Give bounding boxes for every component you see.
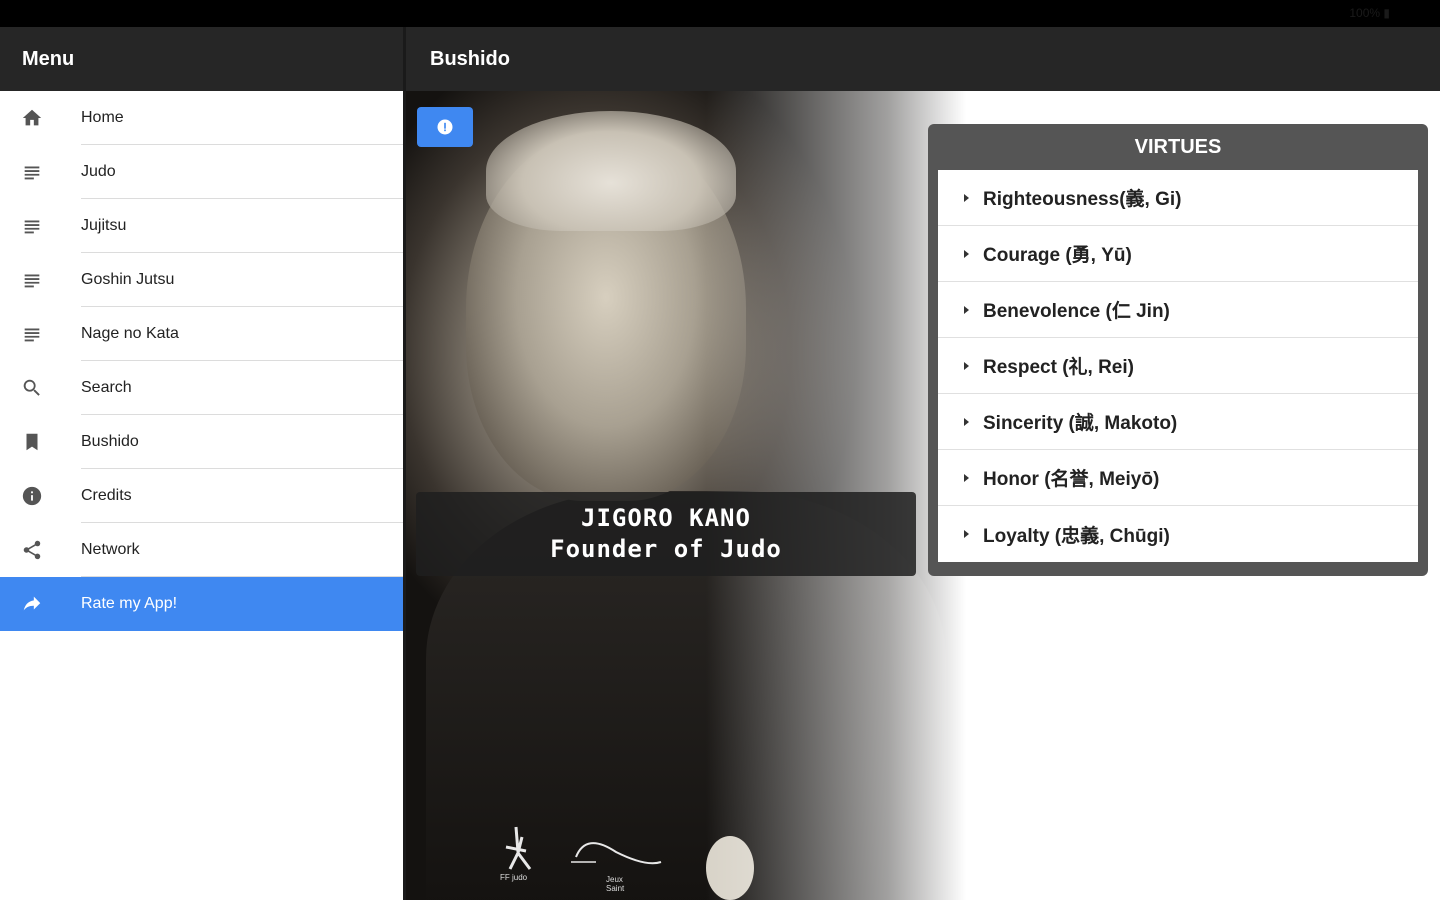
portrait-hair: [486, 111, 736, 231]
sidebar-item-label: Judo: [81, 145, 403, 199]
status-text: 100% ▮: [1349, 6, 1390, 20]
caret-right-icon: [964, 530, 969, 538]
caret-right-icon: [964, 193, 969, 202]
sidebar-item-home[interactable]: Home: [0, 91, 403, 145]
virtue-item[interactable]: Respect (礼, Rei): [938, 338, 1418, 394]
sidebar-item-label: Network: [81, 523, 403, 577]
caret-right-icon: [964, 361, 969, 370]
sidebar-item-label: Bushido: [81, 415, 403, 469]
virtue-label: Sincerity (誠, Makoto): [983, 413, 1178, 434]
sidebar-item-jujitsu[interactable]: Jujitsu: [0, 199, 403, 253]
bookmark-icon: [0, 431, 64, 453]
caption-subtitle: Founder of Judo: [550, 535, 782, 563]
virtue-item[interactable]: Courage (勇, Yū): [938, 226, 1418, 282]
sidebar-item-nage-no-kata[interactable]: Nage no Kata: [0, 307, 403, 361]
virtues-panel: VIRTUES Righteousness(義, Gi) Courage (勇,…: [928, 124, 1428, 576]
caret-right-icon: [964, 305, 969, 314]
sidebar-item-label: Jujitsu: [81, 199, 403, 253]
sidebar-item-network[interactable]: Network: [0, 523, 403, 577]
list-icon: [0, 215, 64, 237]
sidebar-item-judo[interactable]: Judo: [0, 145, 403, 199]
virtues-title: VIRTUES: [1134, 136, 1222, 158]
sidebar-item-label: Search: [81, 361, 403, 415]
virtue-item[interactable]: Loyalty (忠義, Chūgi): [938, 506, 1418, 562]
virtue-label: Honor (名誉, Meiyō): [983, 469, 1160, 490]
secondary-logo-text: Jeux Saint: [606, 875, 625, 893]
sidebar-item-label: Goshin Jutsu: [81, 253, 403, 307]
virtue-label: Righteousness(義, Gi): [983, 189, 1182, 210]
logos: FF judo Jeux Saint: [496, 817, 662, 893]
caption-name: JIGORO KANO: [581, 504, 751, 532]
caret-right-icon: [964, 249, 969, 258]
info-icon: [437, 119, 453, 135]
virtue-label: Courage (勇, Yū): [983, 245, 1132, 266]
menu-list: Home Judo Jujitsu Goshin Jutsu Nage no K…: [0, 91, 403, 631]
virtue-label: Benevolence (仁 Jin): [983, 301, 1170, 322]
sidebar-item-label: Credits: [81, 469, 403, 523]
sidebar-title: Menu: [0, 27, 403, 91]
list-icon: [0, 161, 64, 183]
share-icon: [0, 539, 64, 561]
virtue-item[interactable]: Sincerity (誠, Makoto): [938, 394, 1418, 450]
info-icon: [0, 485, 64, 507]
sidebar-item-rate-my-app[interactable]: Rate my App!: [0, 577, 403, 631]
sidebar-item-label: Rate my App!: [81, 595, 178, 612]
virtue-label: Loyalty (忠義, Chūgi): [983, 525, 1170, 547]
list-icon: [0, 323, 64, 345]
caret-right-icon: [964, 473, 969, 482]
virtue-label: Respect (礼, Rei): [983, 357, 1134, 378]
status-bar: 100% ▮: [0, 0, 1440, 27]
page-title: Bushido: [406, 27, 1440, 91]
judo-federation-logo-text: FF judo: [500, 873, 528, 882]
main-pane: Bushido JIGORO KANO Founder of Judo FF j…: [406, 27, 1440, 900]
sidebar-item-credits[interactable]: Credits: [0, 469, 403, 523]
sidebar-item-bushido[interactable]: Bushido: [0, 415, 403, 469]
caret-right-icon: [964, 417, 969, 426]
list-icon: [0, 269, 64, 291]
sidebar-item-label: Nage no Kata: [81, 307, 403, 361]
virtue-item[interactable]: Righteousness(義, Gi): [938, 170, 1418, 226]
forward-icon: [0, 593, 64, 615]
sidebar: Menu Home Judo Jujitsu Goshin Jutsu Nage…: [0, 27, 403, 900]
virtue-item[interactable]: Benevolence (仁 Jin): [938, 282, 1418, 338]
virtues-list: Righteousness(義, Gi) Courage (勇, Yū) Ben…: [938, 170, 1418, 562]
sidebar-item-label: Home: [81, 91, 403, 145]
home-icon: [0, 107, 64, 129]
sidebar-item-search[interactable]: Search: [0, 361, 403, 415]
portrait-caption: JIGORO KANO Founder of Judo: [416, 492, 916, 576]
sidebar-item-goshin-jutsu[interactable]: Goshin Jutsu: [0, 253, 403, 307]
search-icon: [0, 377, 64, 399]
info-button[interactable]: [417, 107, 473, 147]
virtue-item[interactable]: Honor (名誉, Meiyō): [938, 450, 1418, 506]
